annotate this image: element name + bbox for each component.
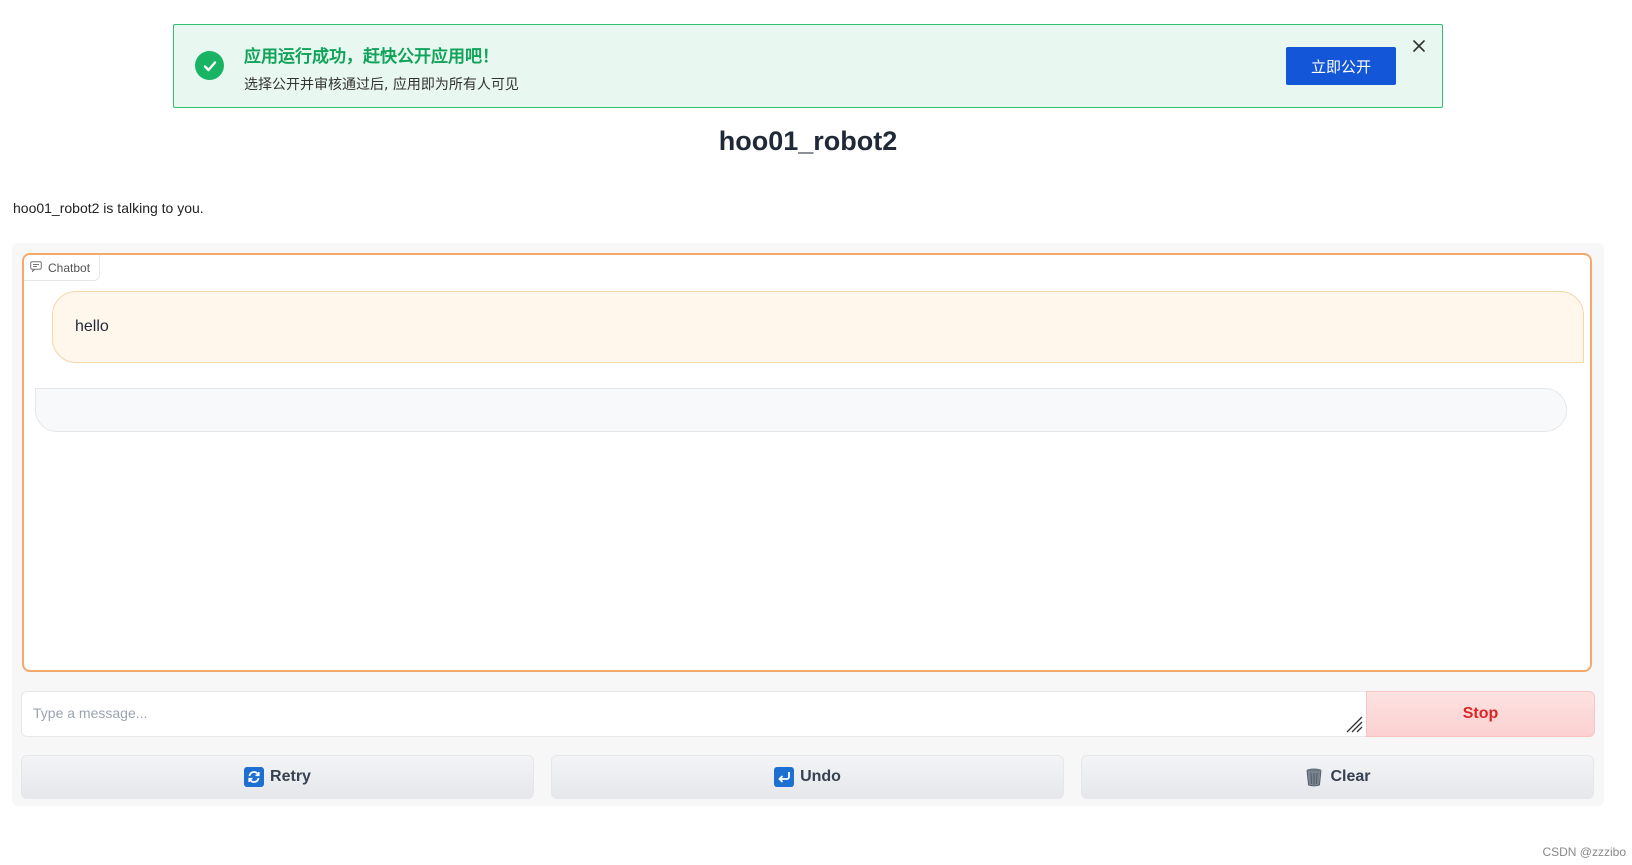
clear-label: Clear [1330,768,1371,785]
message-input[interactable] [21,691,1366,737]
message-input-row: Stop [21,691,1595,737]
success-banner: 应用运行成功，赶快公开应用吧！ 选择公开并审核通过后, 应用即为所有人可见 立即… [173,24,1443,108]
chat-bubble-icon [30,260,42,275]
chat-panel: Chatbot hello Stop Retry Undo Clea [12,243,1604,806]
clear-button[interactable]: Clear [1081,755,1594,799]
page-title: hoo01_robot2 [718,126,898,156]
action-buttons: Retry Undo Clear [21,755,1595,799]
undo-button[interactable]: Undo [551,755,1064,799]
chatbot-window: Chatbot hello [22,253,1592,672]
chatbot-label: Chatbot [24,255,101,281]
trash-icon [1304,767,1324,787]
publish-now-button[interactable]: 立即公开 [1286,47,1396,85]
retry-icon [244,767,265,787]
watermark: CSDN @zzzibo [1542,845,1626,859]
user-message: hello [52,291,1584,363]
stop-button[interactable]: Stop [1366,691,1595,737]
banner-subtitle: 选择公开并审核通过后, 应用即为所有人可见 [244,77,519,93]
close-icon[interactable] [1410,37,1428,55]
retry-button[interactable]: Retry [21,755,534,799]
app-description: hoo01_robot2 is talking to you. [13,200,204,216]
check-circle-icon [195,51,224,80]
chatbot-label-text: Chatbot [48,260,91,275]
banner-title: 应用运行成功，赶快公开应用吧！ [244,47,499,67]
resize-handle-icon[interactable] [1343,713,1363,733]
retry-label: Retry [270,768,311,785]
undo-label: Undo [800,768,841,785]
undo-icon [774,767,795,787]
bot-message [35,388,1567,432]
